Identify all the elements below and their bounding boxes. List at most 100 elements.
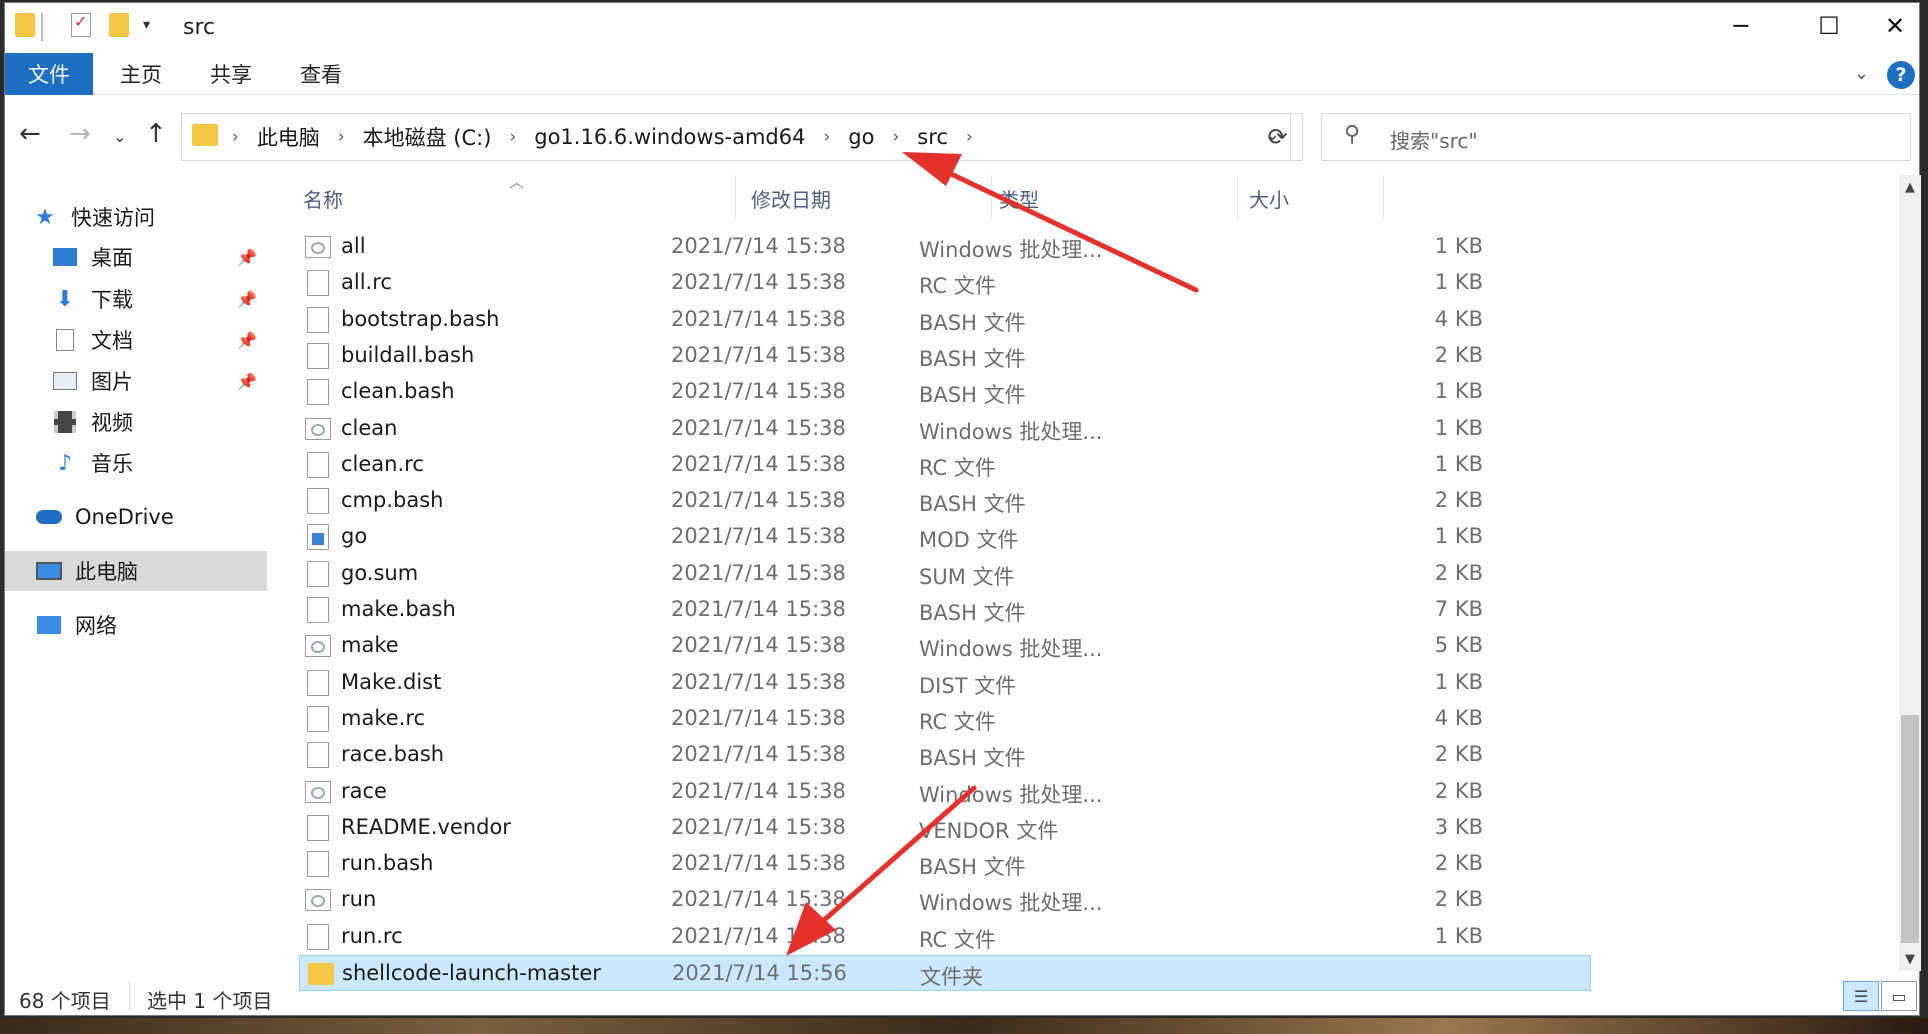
file-date: 2021/7/14 15:38 bbox=[671, 851, 846, 876]
column-divider[interactable] bbox=[1383, 175, 1384, 221]
up-icon[interactable]: ↑ bbox=[145, 119, 167, 149]
file-row[interactable]: race.bash 2021/7/14 15:38 BASH 文件 2 KB bbox=[299, 737, 1591, 773]
chevron-right-icon[interactable]: › bbox=[226, 127, 245, 147]
file-row[interactable]: all 2021/7/14 15:38 Windows 批处理... 1 KB bbox=[299, 229, 1591, 265]
sidebar-item-quick-access[interactable]: ★ 快速访问 bbox=[5, 197, 267, 237]
scrollbar-thumb[interactable] bbox=[1901, 715, 1919, 943]
file-row[interactable]: run 2021/7/14 15:38 Windows 批处理... 2 KB bbox=[299, 882, 1591, 918]
pin-icon[interactable]: 📌 bbox=[237, 372, 257, 391]
sidebar-item-this-pc[interactable]: 此电脑 bbox=[5, 551, 267, 591]
tab-share[interactable]: 共享 bbox=[191, 53, 271, 95]
search-input[interactable]: ⚲ 搜索"src" bbox=[1321, 113, 1911, 161]
details-view-icon[interactable]: ☰ bbox=[1843, 981, 1879, 1011]
scroll-up-icon[interactable]: ▲ bbox=[1899, 175, 1921, 199]
help-icon[interactable]: ? bbox=[1887, 61, 1915, 89]
properties-icon[interactable]: ✓ bbox=[71, 12, 93, 41]
file-size: 1 KB bbox=[1434, 234, 1483, 258]
pin-icon[interactable]: 📌 bbox=[237, 290, 257, 309]
close-button[interactable]: ✕ bbox=[1851, 3, 1928, 49]
breadcrumb-src[interactable]: src bbox=[905, 125, 960, 149]
file-row[interactable]: make 2021/7/14 15:38 Windows 批处理... 5 KB bbox=[299, 628, 1591, 664]
pin-icon[interactable]: 📌 bbox=[237, 248, 257, 267]
file-name: go.sum bbox=[341, 560, 419, 585]
customize-toolbar-icon[interactable]: ▾ bbox=[143, 17, 159, 45]
sidebar-item-network[interactable]: 网络 bbox=[5, 605, 267, 645]
chevron-right-icon[interactable]: › bbox=[332, 127, 351, 147]
back-icon[interactable]: ← bbox=[19, 119, 41, 149]
minimize-button[interactable]: ─ bbox=[1697, 3, 1785, 49]
file-row[interactable]: make.rc 2021/7/14 15:38 RC 文件 4 KB bbox=[299, 701, 1591, 737]
tab-file[interactable]: 文件 bbox=[5, 53, 93, 95]
sidebar-item-videos[interactable]: 视频 bbox=[5, 402, 267, 442]
vertical-scrollbar[interactable]: ▲ ▼ bbox=[1899, 175, 1921, 971]
chevron-right-icon[interactable]: › bbox=[960, 127, 979, 147]
file-row[interactable]: run.bash 2021/7/14 15:38 BASH 文件 2 KB bbox=[299, 846, 1591, 882]
file-size: 2 KB bbox=[1434, 560, 1483, 585]
refresh-button[interactable]: ⟳ bbox=[1253, 113, 1303, 161]
file-row[interactable]: cmp.bash 2021/7/14 15:38 BASH 文件 2 KB bbox=[299, 483, 1591, 519]
recent-locations-icon[interactable]: ⌄ bbox=[113, 127, 126, 146]
file-row[interactable]: clean.bash 2021/7/14 15:38 BASH 文件 1 KB bbox=[299, 374, 1591, 410]
column-divider[interactable] bbox=[1237, 175, 1238, 221]
file-row[interactable]: go.sum 2021/7/14 15:38 SUM 文件 2 KB bbox=[299, 556, 1591, 592]
file-row[interactable]: Make.dist 2021/7/14 15:38 DIST 文件 1 KB bbox=[299, 665, 1591, 701]
file-row[interactable]: run.rc 2021/7/14 15:38 RC 文件 1 KB bbox=[299, 919, 1591, 955]
chevron-right-icon[interactable]: › bbox=[817, 127, 836, 147]
file-date: 2021/7/14 15:38 bbox=[671, 488, 846, 513]
tab-view[interactable]: 查看 bbox=[281, 53, 361, 95]
file-size: 2 KB bbox=[1434, 887, 1483, 912]
breadcrumb-this-pc[interactable]: 此电脑 bbox=[245, 122, 332, 152]
file-type: DIST 文件 bbox=[919, 673, 1017, 698]
file-row[interactable]: clean.rc 2021/7/14 15:38 RC 文件 1 KB bbox=[299, 447, 1591, 483]
file-date: 2021/7/14 15:38 bbox=[671, 451, 846, 476]
sidebar-item-pictures[interactable]: 图片 📌 bbox=[5, 361, 267, 401]
file-row[interactable]: race 2021/7/14 15:38 Windows 批处理... 2 KB bbox=[299, 774, 1591, 810]
forward-icon[interactable]: → bbox=[69, 119, 91, 149]
column-header-type[interactable]: 类型 bbox=[999, 175, 1199, 221]
breadcrumb-go[interactable]: go bbox=[836, 125, 886, 149]
chevron-right-icon[interactable]: › bbox=[503, 127, 522, 147]
expand-ribbon-icon[interactable]: ⌄ bbox=[1854, 63, 1869, 84]
file-date: 2021/7/14 15:38 bbox=[671, 597, 846, 621]
breadcrumb-go-dist[interactable]: go1.16.6.windows-amd64 bbox=[522, 125, 817, 149]
chevron-right-icon[interactable]: › bbox=[886, 127, 905, 147]
file-icon bbox=[307, 597, 329, 623]
file-size: 1 KB bbox=[1434, 524, 1483, 549]
column-header-date[interactable]: 修改日期 bbox=[751, 175, 971, 221]
file-row[interactable]: make.bash 2021/7/14 15:38 BASH 文件 7 KB bbox=[299, 592, 1591, 628]
pin-icon[interactable]: 📌 bbox=[237, 331, 257, 350]
column-header-name[interactable]: 名称 bbox=[303, 175, 713, 221]
file-size: 4 KB bbox=[1434, 306, 1483, 331]
file-row[interactable]: bootstrap.bash 2021/7/14 15:38 BASH 文件 4 KB bbox=[299, 302, 1591, 338]
column-header-size[interactable]: 大小 bbox=[1249, 175, 1369, 221]
file-list: ︿ 名称 修改日期 类型 大小 all 2021/7/14 15:38 Window… bbox=[273, 173, 1897, 991]
file-row[interactable]: README.vendor 2021/7/14 15:38 VENDOR 文件 3 K… bbox=[299, 810, 1591, 846]
sidebar-item-documents[interactable]: 文档 📌 bbox=[5, 320, 267, 360]
file-type: SUM 文件 bbox=[919, 564, 1015, 589]
file-date: 2021/7/14 15:38 bbox=[671, 306, 846, 331]
file-row[interactable]: clean 2021/7/14 15:38 Windows 批处理... 1 KB bbox=[299, 411, 1591, 447]
music-icon: ♪ bbox=[57, 450, 73, 476]
sidebar-item-label: 图片 bbox=[91, 370, 133, 394]
column-divider[interactable] bbox=[991, 175, 992, 221]
file-icon bbox=[307, 270, 329, 297]
sidebar-item-desktop[interactable]: 桌面 📌 bbox=[5, 237, 267, 277]
computer-icon bbox=[35, 559, 63, 583]
file-date: 2021/7/14 15:38 bbox=[671, 379, 846, 404]
tab-home[interactable]: 主页 bbox=[101, 53, 181, 95]
column-label: 修改日期 bbox=[751, 187, 831, 212]
file-name: clean bbox=[341, 415, 398, 440]
column-divider[interactable] bbox=[735, 175, 736, 221]
sidebar-item-music[interactable]: ♪ 音乐 bbox=[5, 443, 267, 483]
new-folder-icon[interactable] bbox=[109, 13, 131, 41]
file-row[interactable]: all.rc 2021/7/14 15:38 RC 文件 1 KB bbox=[299, 265, 1591, 301]
file-date: 2021/7/14 15:38 bbox=[671, 415, 846, 440]
address-bar[interactable]: › 此电脑 › 本地磁盘 (C:) › go1.16.6.windows-amd… bbox=[181, 113, 1291, 161]
sidebar-item-downloads[interactable]: ⬇ 下载 📌 bbox=[5, 279, 267, 319]
sidebar-item-onedrive[interactable]: OneDrive bbox=[5, 497, 267, 537]
file-row[interactable]: go 2021/7/14 15:38 MOD 文件 1 KB bbox=[299, 519, 1591, 555]
breadcrumb-local-disk[interactable]: 本地磁盘 (C:) bbox=[351, 122, 504, 152]
file-row[interactable]: buildall.bash 2021/7/14 15:38 BASH 文件 2 KB bbox=[299, 338, 1591, 374]
large-icons-view-icon[interactable]: ▭ bbox=[1881, 981, 1917, 1011]
scroll-down-icon[interactable]: ▼ bbox=[1899, 947, 1921, 971]
